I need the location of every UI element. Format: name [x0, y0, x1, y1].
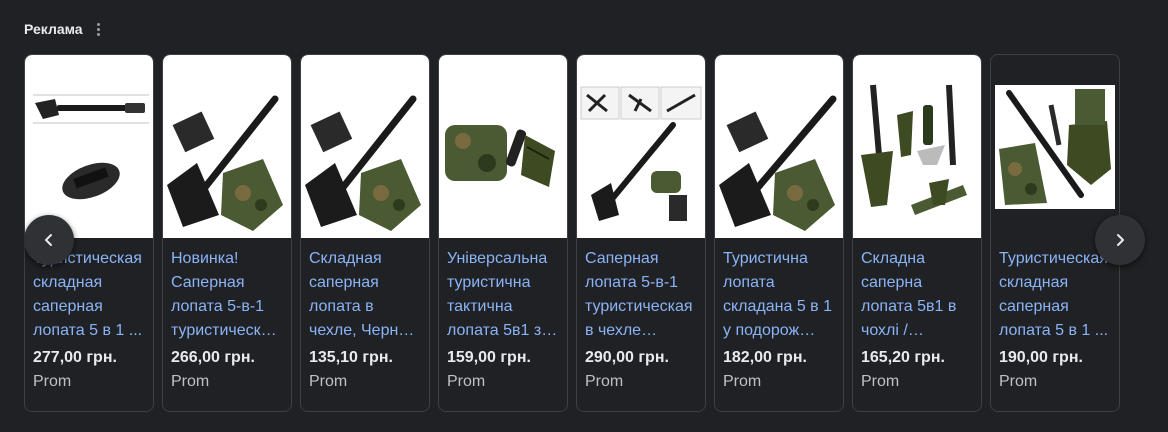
product-price: 182,00 грн.	[723, 349, 807, 366]
product-title[interactable]: Складна саперна лопата 5в1 в чохлі /…	[861, 247, 975, 343]
product-price: 277,00 грн.	[33, 349, 117, 366]
carousel-next-button[interactable]	[1095, 215, 1145, 265]
product-image[interactable]	[163, 55, 291, 238]
product-image[interactable]	[853, 55, 981, 238]
product-card[interactable]: Універсальна туристична тактична лопата …	[438, 54, 568, 412]
product-image[interactable]	[991, 55, 1119, 238]
product-title[interactable]: Туристична лопата складана 5 в 1 у подор…	[723, 247, 837, 343]
product-title[interactable]: Саперная лопата 5-в-1 туристическая в че…	[585, 247, 699, 343]
product-store: Prom	[999, 373, 1038, 390]
product-store: Prom	[309, 373, 348, 390]
chevron-left-icon	[45, 234, 52, 246]
product-card[interactable]: Складная саперная лопата в чехле, Черн… …	[300, 54, 430, 412]
more-vert-icon[interactable]	[93, 19, 105, 39]
product-price: 290,00 грн.	[585, 349, 669, 366]
product-image[interactable]	[715, 55, 843, 238]
product-store: Prom	[585, 373, 624, 390]
product-store: Prom	[861, 373, 900, 390]
carousel-prev-button[interactable]	[24, 215, 74, 265]
product-card[interactable]: Туристична лопата складана 5 в 1 у подор…	[714, 54, 844, 412]
product-price: 266,00 грн.	[171, 349, 255, 366]
product-store: Prom	[33, 373, 72, 390]
product-card[interactable]: Новинка! Саперная лопата 5-в-1 туристиче…	[162, 54, 292, 412]
product-image[interactable]	[439, 55, 567, 238]
product-title[interactable]: Новинка! Саперная лопата 5-в-1 туристиче…	[171, 247, 285, 343]
product-carousel: Туристическая складная саперная лопата 5…	[24, 54, 1168, 412]
ads-header: Реклама	[24, 19, 105, 39]
product-price: 165,20 грн.	[861, 349, 945, 366]
product-title[interactable]: Складная саперная лопата в чехле, Черн…	[309, 247, 423, 343]
product-card[interactable]: Складна саперна лопата 5в1 в чохлі /… 16…	[852, 54, 982, 412]
ads-label: Реклама	[24, 21, 83, 37]
product-price: 135,10 грн.	[309, 349, 393, 366]
product-title[interactable]: Туристическая складная саперная лопата 5…	[999, 247, 1113, 343]
product-price: 190,00 грн.	[999, 349, 1083, 366]
product-store: Prom	[171, 373, 210, 390]
product-card[interactable]: Саперная лопата 5-в-1 туристическая в че…	[576, 54, 706, 412]
product-image[interactable]	[577, 55, 705, 238]
product-image[interactable]	[25, 55, 153, 238]
product-image[interactable]	[301, 55, 429, 238]
product-price: 159,00 грн.	[447, 349, 531, 366]
product-store: Prom	[447, 373, 486, 390]
product-store: Prom	[723, 373, 762, 390]
chevron-right-icon	[1117, 234, 1124, 246]
product-title[interactable]: Універсальна туристична тактична лопата …	[447, 247, 561, 343]
